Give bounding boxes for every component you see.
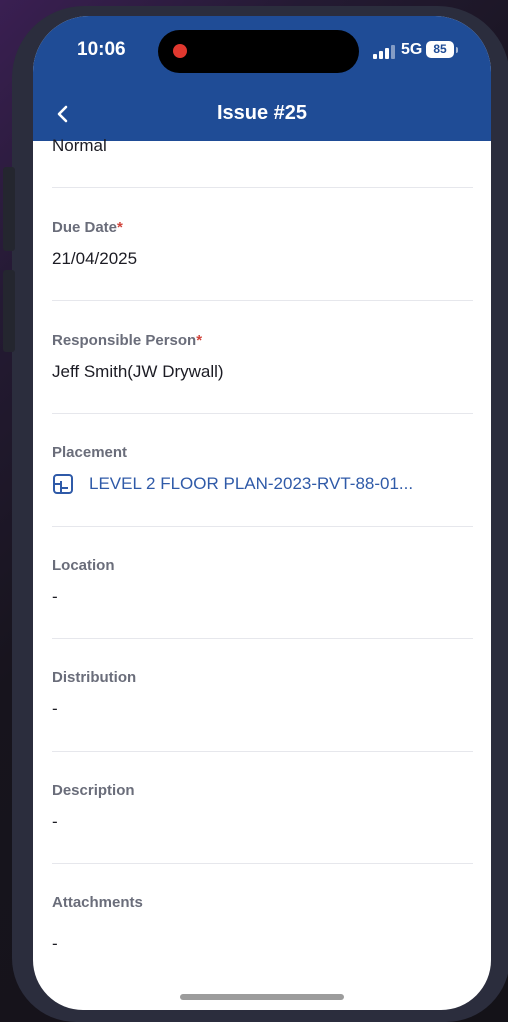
divider — [52, 638, 473, 639]
location-value[interactable]: - — [52, 587, 58, 607]
signal-icon — [373, 45, 395, 59]
placement-value[interactable]: LEVEL 2 FLOOR PLAN-2023-RVT-88-01... — [89, 474, 413, 494]
distribution-value[interactable]: - — [52, 699, 58, 719]
home-indicator[interactable] — [180, 994, 344, 1000]
status-time: 10:06 — [77, 39, 126, 60]
dynamic-island — [158, 30, 359, 73]
divider — [52, 526, 473, 527]
page-title: Issue #25 — [216, 102, 308, 124]
floor-plan-icon — [53, 474, 73, 494]
battery-tip — [456, 47, 458, 53]
responsible-person-label: Responsible Person* — [52, 332, 203, 349]
required-marker: * — [117, 219, 123, 236]
attachments-value[interactable]: - — [52, 934, 58, 954]
due-date-value[interactable]: 21/04/2025 — [52, 249, 137, 269]
description-value[interactable]: - — [52, 812, 58, 832]
app-screen: 10:06 5G 85 Issue #25 Normal Due Date* 2… — [33, 16, 491, 1010]
divider — [52, 751, 473, 752]
app-header: 10:06 5G 85 Issue #25 — [33, 16, 491, 141]
placement-label: Placement — [52, 444, 128, 461]
network-type: 5G — [401, 41, 423, 58]
required-marker: * — [196, 332, 203, 349]
volume-up-button — [3, 167, 15, 251]
volume-down-button — [3, 270, 15, 352]
priority-value: Normal — [52, 136, 107, 155]
location-label: Location — [52, 557, 115, 574]
divider — [52, 413, 473, 414]
placement-link[interactable]: LEVEL 2 FLOOR PLAN-2023-RVT-88-01... — [52, 473, 413, 495]
divider — [52, 300, 473, 301]
divider — [52, 863, 473, 864]
distribution-label: Distribution — [52, 669, 137, 686]
attachments-label: Attachments — [52, 894, 143, 911]
divider — [52, 187, 473, 188]
recording-indicator-icon — [173, 44, 187, 58]
responsible-person-value[interactable]: Jeff Smith(JW Drywall) — [52, 362, 224, 382]
battery-icon: 85 — [426, 41, 454, 58]
description-label: Description — [52, 782, 135, 799]
due-date-label: Due Date* — [52, 219, 123, 236]
